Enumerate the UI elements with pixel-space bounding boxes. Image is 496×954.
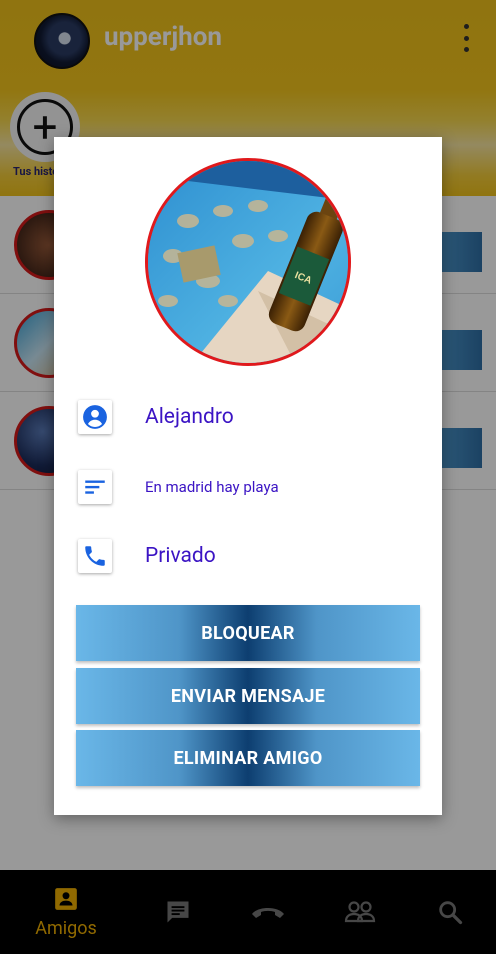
profile-name-row: Alejandro	[78, 395, 418, 439]
remove-friend-button[interactable]: ELIMINAR AMIGO	[76, 730, 420, 786]
short-text-icon	[78, 470, 112, 504]
profile-photo-image: ICA	[148, 161, 348, 363]
profile-name: Alejandro	[145, 405, 234, 429]
block-button[interactable]: BLOQUEAR	[76, 605, 420, 661]
profile-privacy-row: Privado	[78, 534, 418, 578]
friend-profile-dialog: ICA Alejandro En madrid hay playa Privad…	[54, 137, 442, 815]
profile-status-row: En madrid hay playa	[78, 465, 418, 509]
profile-privacy: Privado	[145, 544, 216, 568]
account-circle-icon	[78, 400, 112, 434]
profile-status: En madrid hay playa	[145, 478, 279, 496]
send-message-button[interactable]: ENVIAR MENSAJE	[76, 668, 420, 724]
phone-icon	[78, 539, 112, 573]
profile-photo: ICA	[145, 158, 351, 366]
